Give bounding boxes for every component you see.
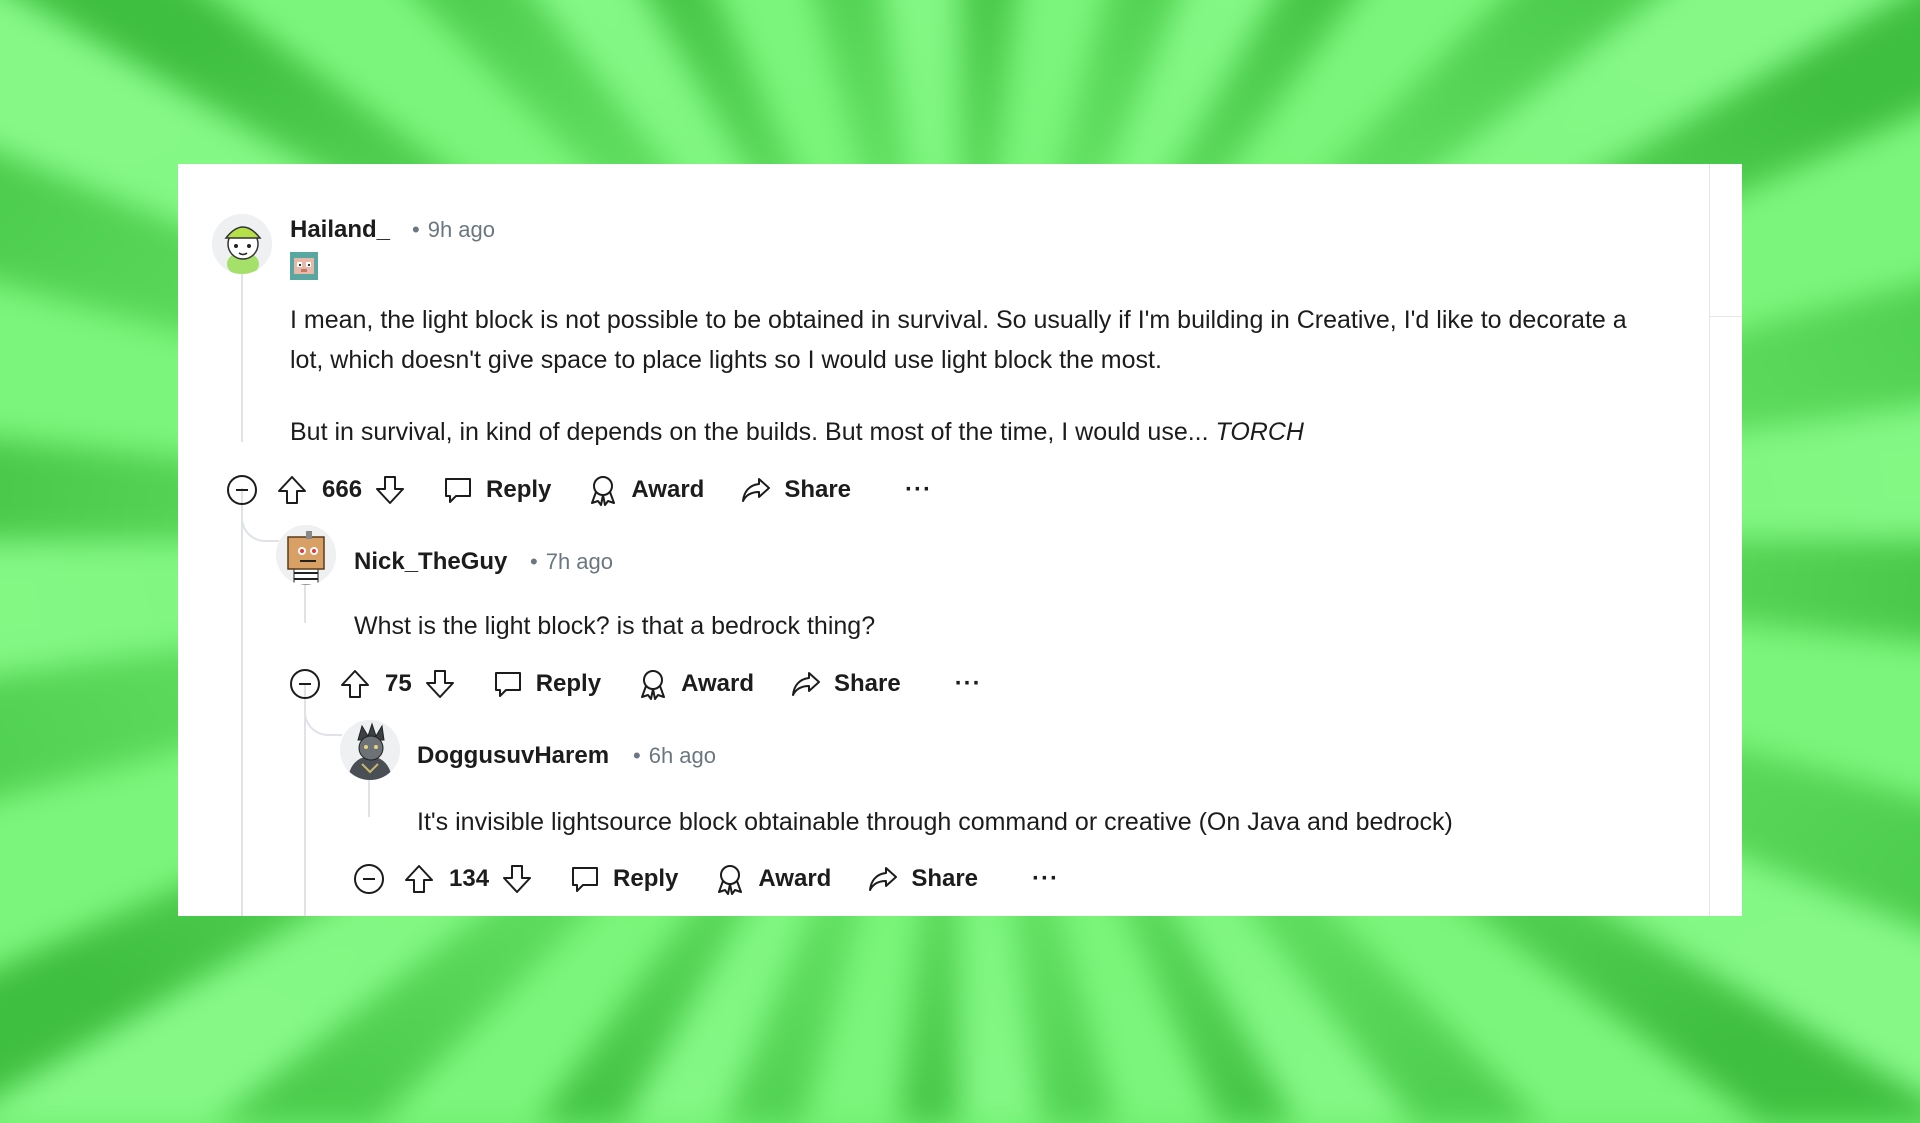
vote-controls: 666 <box>276 474 406 506</box>
award-label: Award <box>631 476 705 503</box>
comment-body: I mean, the light block is not possible … <box>290 300 1630 380</box>
user-flair-icon <box>290 252 318 280</box>
share-arrow-icon <box>742 478 771 502</box>
vote-count: 75 <box>385 670 412 697</box>
comment-body: Whst is the light block? is that a bedro… <box>354 606 1654 646</box>
avatar-hailand[interactable] <box>212 214 272 274</box>
comment-paragraph: I mean, the light block is not possible … <box>290 306 1627 374</box>
minus-circle-icon <box>290 669 320 699</box>
comment-author[interactable]: Nick_TheGuy <box>354 548 507 576</box>
reply-label: Reply <box>613 865 679 892</box>
arrow-up-icon <box>278 476 306 504</box>
meta-separator: • <box>412 217 420 242</box>
vote-count: 666 <box>322 476 363 503</box>
reply-label: Reply <box>486 476 552 503</box>
comment-timestamp: • 9h ago <box>412 217 495 243</box>
comment-paragraph: It's invisible lightsource block obtaina… <box>417 808 1453 836</box>
share-label: Share <box>911 865 979 892</box>
arrow-down-icon <box>503 865 532 893</box>
more-options-button[interactable]: ··· <box>955 670 982 698</box>
vote-count: 134 <box>449 865 490 892</box>
reply-button[interactable]: Reply <box>492 668 601 700</box>
time-ago: 6h ago <box>648 743 716 768</box>
award-label: Award <box>681 670 754 697</box>
share-button[interactable]: Share <box>867 863 978 895</box>
time-ago: 7h ago <box>545 549 613 574</box>
comment-author[interactable]: Hailand_ <box>290 216 390 244</box>
comment-body-second: But in survival, in kind of depends on t… <box>290 412 1630 452</box>
comment-thread-card: Hailand_ • 9h ago I mean, the light block… <box>178 164 1742 916</box>
comment-timestamp: • 7h ago <box>530 549 613 575</box>
vote-controls: 75 <box>339 668 456 700</box>
comment-body: It's invisible lightsource block obtaina… <box>417 802 1717 842</box>
downvote-button[interactable] <box>424 668 456 700</box>
collapse-button[interactable] <box>353 863 385 895</box>
vote-controls: 134 <box>403 863 533 895</box>
arrow-down-icon <box>425 670 454 698</box>
comment-action-bar: 134 Reply Award Share ··· <box>353 859 1059 899</box>
share-label: Share <box>784 476 852 503</box>
share-button[interactable]: Share <box>740 474 851 506</box>
more-options-button[interactable]: ··· <box>1032 865 1059 893</box>
upvote-button[interactable] <box>403 863 435 895</box>
arrow-down-icon <box>376 476 405 504</box>
minus-circle-icon <box>227 475 257 505</box>
award-label: Award <box>758 865 832 892</box>
reply-button[interactable]: Reply <box>569 863 678 895</box>
collapse-button[interactable] <box>226 474 258 506</box>
thread-line-level-1-top[interactable] <box>241 259 243 442</box>
share-arrow-icon <box>869 867 898 891</box>
upvote-button[interactable] <box>339 668 371 700</box>
share-arrow-icon <box>791 672 820 696</box>
arrow-up-icon <box>341 670 369 698</box>
arrow-up-icon <box>405 865 433 893</box>
award-button[interactable]: Award <box>714 863 831 895</box>
downvote-button[interactable] <box>501 863 533 895</box>
award-button[interactable]: Award <box>637 668 754 700</box>
meta-separator: • <box>633 743 641 768</box>
meta-separator: • <box>530 549 538 574</box>
award-ribbon-icon <box>591 476 616 506</box>
emphasized-word: TORCH <box>1215 418 1304 446</box>
award-ribbon-icon <box>641 670 666 700</box>
award-button[interactable]: Award <box>587 474 704 506</box>
minus-circle-icon <box>354 864 384 894</box>
downvote-button[interactable] <box>374 474 406 506</box>
collapse-button[interactable] <box>289 668 321 700</box>
comment-bubble-icon <box>494 672 521 697</box>
avatar-nick-theguy[interactable] <box>276 525 336 585</box>
upvote-button[interactable] <box>276 474 308 506</box>
comment-bubble-icon <box>572 867 599 892</box>
time-ago: 9h ago <box>427 217 495 242</box>
thread-line-level-1[interactable] <box>241 488 243 916</box>
comment-paragraph: Whst is the light block? is that a bedro… <box>354 612 876 640</box>
more-options-button[interactable]: ··· <box>905 476 932 504</box>
reply-button[interactable]: Reply <box>442 474 551 506</box>
comment-author[interactable]: DoggusuvHarem <box>417 742 609 770</box>
award-ribbon-icon <box>718 865 743 895</box>
comment-paragraph: But in survival, in kind of depends on t… <box>290 418 1216 446</box>
comment-timestamp: • 6h ago <box>633 743 716 769</box>
avatar-doggusuvharem[interactable] <box>340 720 400 780</box>
comment-action-bar: 75 Reply Award Share ··· <box>289 664 982 704</box>
comment-bubble-icon <box>445 478 472 503</box>
comment-action-bar: 666 Reply Award Share ··· <box>226 470 932 510</box>
share-label: Share <box>833 670 901 697</box>
share-button[interactable]: Share <box>790 668 901 700</box>
reply-label: Reply <box>535 670 602 697</box>
